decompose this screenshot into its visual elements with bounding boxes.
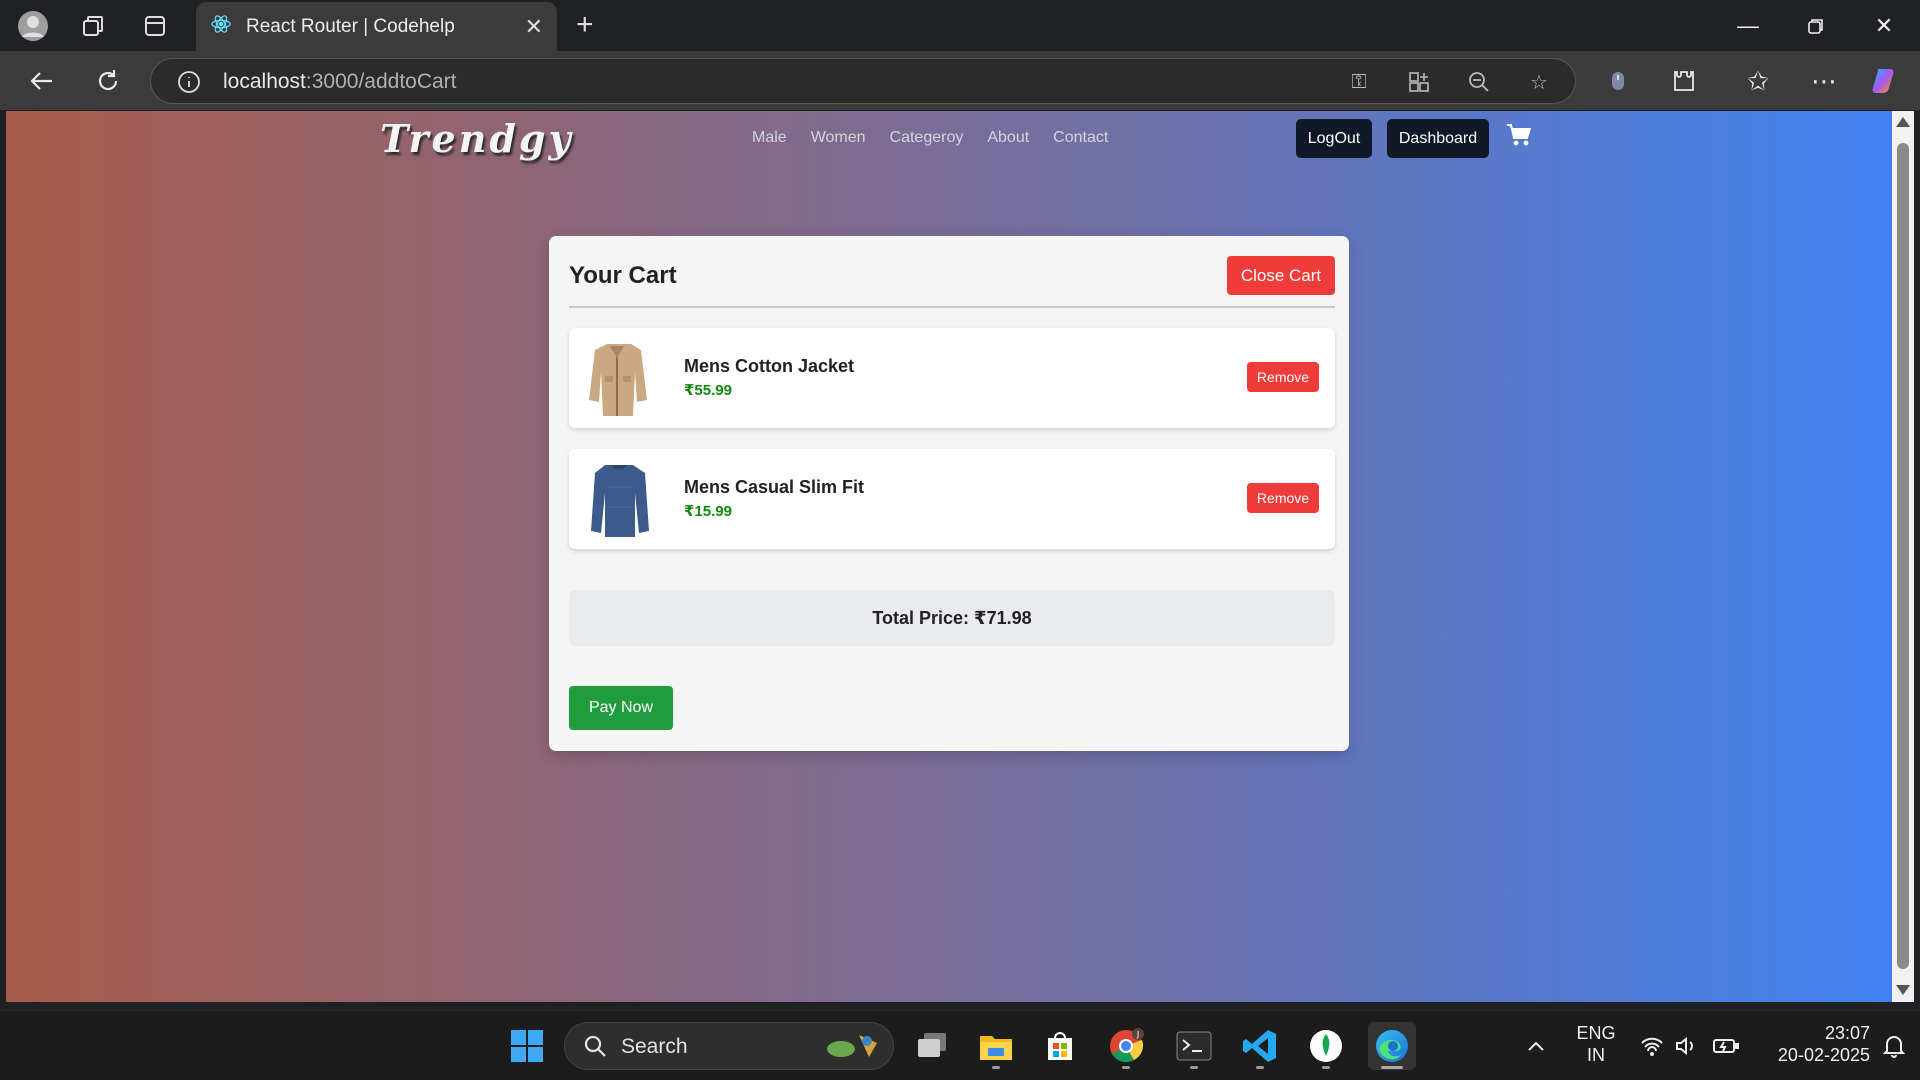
task-view-icon[interactable] bbox=[908, 1022, 956, 1070]
page-viewport: Trendgy Male Women Categeroy About Conta… bbox=[6, 111, 1892, 1002]
workspaces-icon[interactable] bbox=[76, 9, 110, 43]
clock[interactable]: 23:07 20-02-2025 bbox=[1758, 1022, 1870, 1066]
mongodb-compass-icon[interactable] bbox=[1302, 1022, 1350, 1070]
back-icon[interactable] bbox=[24, 63, 60, 99]
cart-divider bbox=[569, 306, 1335, 308]
cart-item: Mens Casual Slim Fit ₹15.99 Remove bbox=[569, 449, 1335, 549]
running-indicator bbox=[1122, 1066, 1130, 1069]
browser-titlebar: React Router | Codehelp ✕ + — ✕ bbox=[0, 0, 1920, 51]
item-name: Mens Cotton Jacket bbox=[684, 356, 855, 376]
shirt-image bbox=[577, 457, 661, 541]
close-window-icon[interactable]: ✕ bbox=[1854, 6, 1914, 46]
running-indicator bbox=[1322, 1066, 1330, 1069]
more-options-icon[interactable]: ⋯ bbox=[1806, 63, 1842, 99]
nav-link-about[interactable]: About bbox=[987, 129, 1029, 147]
total-price: Total Price: ₹71.98 bbox=[569, 590, 1335, 646]
close-tab-icon[interactable]: ✕ bbox=[525, 14, 543, 40]
browser-toolbar: localhost:3000/addtoCart ⚿ ☆ ✩ ⋯ bbox=[0, 51, 1920, 110]
address-bar[interactable]: localhost:3000/addtoCart ⚿ ☆ bbox=[150, 58, 1576, 104]
search-highlight-icon bbox=[819, 1031, 883, 1068]
running-indicator bbox=[992, 1066, 1000, 1069]
minimize-icon[interactable]: — bbox=[1718, 6, 1778, 46]
profile-icon[interactable] bbox=[16, 9, 50, 43]
running-indicator bbox=[1256, 1066, 1264, 1069]
clock-time: 23:07 bbox=[1824, 1023, 1870, 1043]
new-tab-icon[interactable]: + bbox=[576, 9, 594, 41]
vscode-icon[interactable] bbox=[1236, 1022, 1284, 1070]
shopping-cart-icon[interactable] bbox=[1506, 123, 1534, 147]
wifi-icon[interactable] bbox=[1636, 1022, 1668, 1070]
taskbar-search[interactable]: Search bbox=[564, 1022, 894, 1070]
chrome-icon[interactable]: J bbox=[1102, 1022, 1150, 1070]
site-nav: Male Women Categeroy About Contact bbox=[752, 129, 1108, 147]
windows-taskbar: Search J ENG IN 23:07 20-02-2025 bbox=[0, 1010, 1920, 1080]
active-indicator bbox=[1381, 1066, 1403, 1069]
terminal-icon[interactable] bbox=[1170, 1022, 1218, 1070]
cart-title: Your Cart bbox=[569, 262, 677, 289]
item-price: ₹55.99 bbox=[684, 382, 732, 399]
tab-title: React Router | Codehelp bbox=[246, 15, 455, 37]
nav-link-contact[interactable]: Contact bbox=[1053, 129, 1108, 147]
nav-link-category[interactable]: Categeroy bbox=[890, 129, 964, 147]
react-icon bbox=[210, 13, 232, 40]
browser-tab[interactable]: React Router | Codehelp ✕ bbox=[196, 2, 557, 51]
apps-icon[interactable] bbox=[1405, 68, 1433, 96]
svg-text:J: J bbox=[1136, 1030, 1139, 1039]
key-icon[interactable]: ⚿ bbox=[1345, 68, 1373, 96]
show-hidden-icons-icon[interactable] bbox=[1516, 1022, 1556, 1070]
close-cart-button[interactable]: Close Cart bbox=[1227, 256, 1335, 295]
url-text[interactable]: localhost:3000/addtoCart bbox=[223, 70, 457, 94]
site-info-icon[interactable] bbox=[175, 68, 203, 96]
scroll-down-icon[interactable] bbox=[1896, 985, 1910, 995]
item-price: ₹15.99 bbox=[684, 503, 732, 520]
windows-start-icon[interactable] bbox=[503, 1022, 551, 1070]
clock-date: 20-02-2025 bbox=[1777, 1045, 1870, 1065]
scroll-up-icon[interactable] bbox=[1896, 117, 1910, 127]
scrollbar-thumb[interactable] bbox=[1897, 143, 1909, 969]
region-code: IN bbox=[1587, 1045, 1605, 1065]
remove-button[interactable]: Remove bbox=[1247, 362, 1319, 392]
remove-button[interactable]: Remove bbox=[1247, 483, 1319, 513]
file-explorer-icon[interactable] bbox=[972, 1022, 1020, 1070]
edge-icon[interactable] bbox=[1368, 1022, 1416, 1070]
site-logo[interactable]: Trendgy bbox=[380, 116, 574, 161]
tab-actions-icon[interactable] bbox=[138, 9, 172, 43]
notifications-icon[interactable] bbox=[1876, 1022, 1912, 1070]
extensions-icon[interactable] bbox=[1666, 63, 1702, 99]
cart-item: Mens Cotton Jacket ₹55.99 Remove bbox=[569, 328, 1335, 428]
page-scrollbar[interactable] bbox=[1892, 111, 1914, 1002]
language-indicator[interactable]: ENG IN bbox=[1574, 1022, 1618, 1066]
nav-link-women[interactable]: Women bbox=[811, 129, 866, 147]
copilot-icon[interactable] bbox=[1868, 63, 1904, 99]
language-code: ENG bbox=[1576, 1023, 1616, 1043]
refresh-icon[interactable] bbox=[90, 63, 126, 99]
nav-link-male[interactable]: Male bbox=[752, 129, 787, 147]
restore-icon[interactable] bbox=[1786, 6, 1846, 46]
extension-mouse-icon[interactable] bbox=[1600, 63, 1636, 99]
search-icon bbox=[583, 1034, 607, 1063]
item-name: Mens Casual Slim Fit bbox=[684, 477, 865, 497]
zoom-out-icon[interactable] bbox=[1465, 68, 1493, 96]
microsoft-store-icon[interactable] bbox=[1036, 1022, 1084, 1070]
favorites-icon[interactable]: ✩ bbox=[1740, 63, 1776, 99]
jacket-image bbox=[577, 336, 661, 420]
favorite-star-icon[interactable]: ☆ bbox=[1525, 68, 1553, 96]
volume-icon[interactable] bbox=[1670, 1022, 1702, 1070]
url-host: localhost bbox=[223, 70, 306, 93]
running-indicator bbox=[1190, 1066, 1198, 1069]
pay-now-button[interactable]: Pay Now bbox=[569, 686, 673, 730]
battery-icon[interactable] bbox=[1708, 1022, 1744, 1070]
dashboard-button[interactable]: Dashboard bbox=[1387, 119, 1489, 158]
url-path: :3000/addtoCart bbox=[305, 70, 457, 93]
logout-button[interactable]: LogOut bbox=[1296, 119, 1372, 158]
cart-panel: Your Cart Close Cart Mens Cotton Jacket … bbox=[549, 236, 1349, 751]
search-label: Search bbox=[621, 1035, 688, 1058]
